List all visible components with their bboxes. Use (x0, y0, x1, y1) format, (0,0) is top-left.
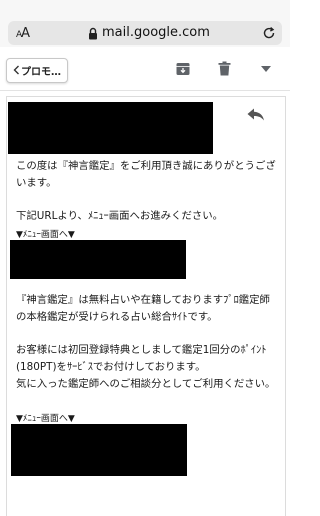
redacted-sender-block (8, 102, 213, 154)
url-text[interactable]: mail.google.com (102, 25, 210, 40)
chevron-down-icon[interactable] (261, 66, 271, 72)
redacted-link-block[interactable] (10, 240, 186, 279)
text-size-button[interactable]: AA (16, 26, 30, 41)
message-paragraph-bonus: お客様には初回登録特典としまして鑑定1回分のﾎﾟｲﾝﾄ(180PT)をｻｰﾋﾞｽ… (16, 342, 278, 393)
reload-icon[interactable] (262, 26, 276, 40)
back-to-label-button[interactable]: プロモ… (6, 58, 68, 83)
lock-icon (89, 27, 97, 40)
reply-icon[interactable] (247, 108, 265, 121)
chevron-left-icon (13, 65, 19, 75)
message-paragraph-greeting: この度は『神言鑑定』をご利用頂き誠にありがとうございます。 (16, 160, 276, 189)
back-button-label: プロモ… (21, 67, 61, 78)
menu-link-label: ▼ﾒﾆｭｰ画面へ▼ (16, 230, 75, 240)
bonus-line-2: 気に入った鑑定師へのご相談分としてご利用ください。 (16, 378, 276, 390)
redacted-link-block[interactable] (11, 424, 187, 476)
archive-icon[interactable] (176, 62, 190, 76)
message-paragraph-instruction: 下記URLより、ﾒﾆｭｰ画面へお進みください。 (16, 210, 224, 222)
bonus-line-1: お客様には初回登録特典としまして鑑定1回分のﾎﾟｲﾝﾄ(180PT)をｻｰﾋﾞｽ… (16, 344, 267, 373)
toolbar-divider (0, 90, 290, 91)
message-paragraph-about: 『神言鑑定』は無料占いや在籍しておりますﾌﾟﾛ鑑定師の本格鑑定が受けられる占い総… (16, 294, 270, 323)
menu-link-label: ▼ﾒﾆｭｰ画面へ▼ (16, 414, 75, 424)
trash-icon[interactable] (218, 61, 231, 76)
